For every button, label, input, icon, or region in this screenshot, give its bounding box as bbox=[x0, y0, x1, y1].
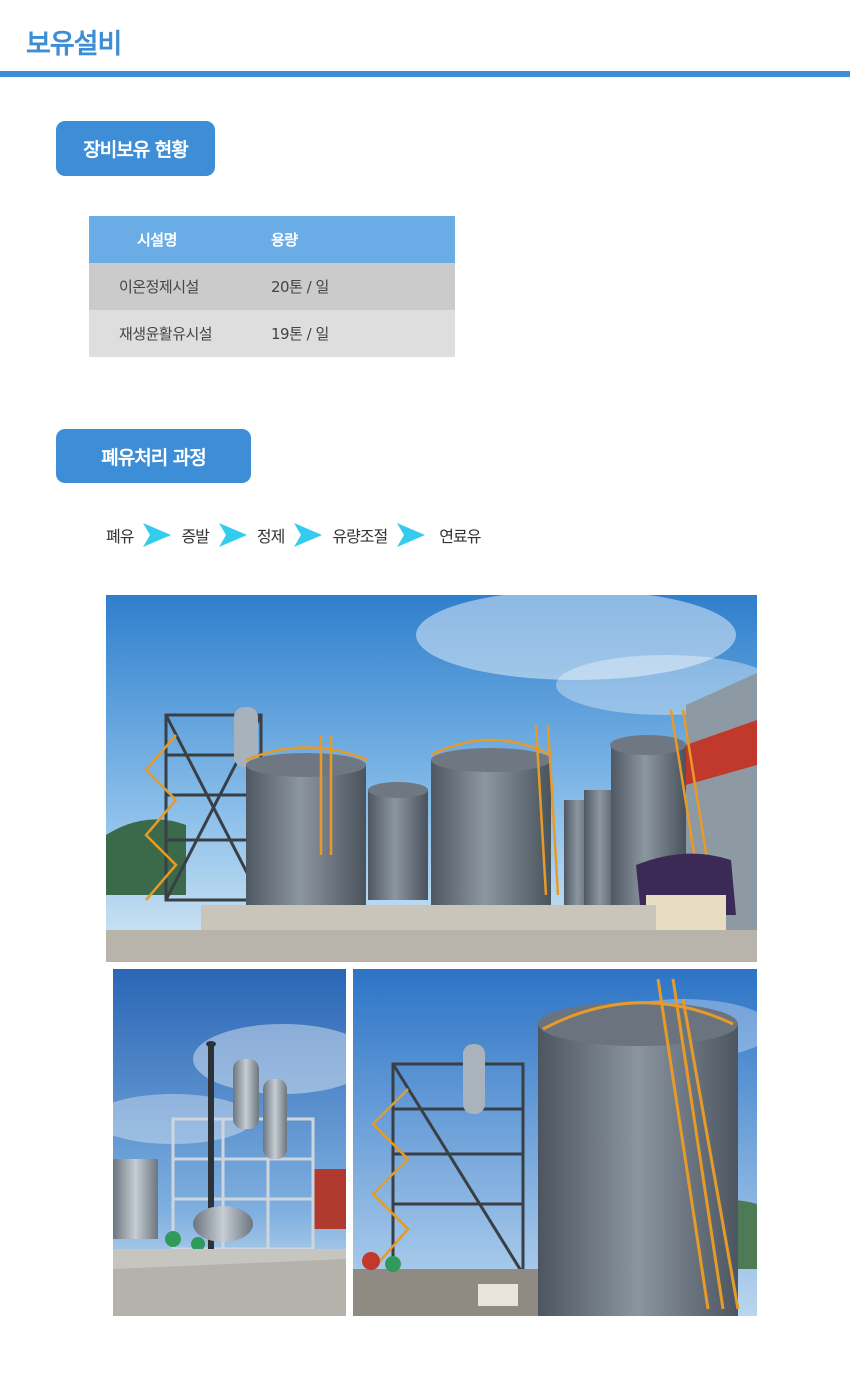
evaporation-tower-photo bbox=[113, 969, 346, 1316]
arrow-right-icon bbox=[218, 523, 247, 547]
page-title: 보유설비 bbox=[26, 29, 122, 60]
process-step-evaporation: 증발 bbox=[181, 527, 209, 546]
facility-name-cell: 이온정제시설 bbox=[89, 263, 271, 310]
column-header-facility: 시설명 bbox=[89, 216, 271, 263]
process-step-waste-oil: 폐유 bbox=[106, 527, 134, 546]
arrow-right-icon bbox=[294, 523, 323, 547]
capacity-cell: 20톤 / 일 bbox=[271, 263, 455, 310]
process-flow: 폐유 증발 정제 유량조절 연료유 bbox=[106, 521, 481, 549]
process-step-refining: 정제 bbox=[256, 527, 285, 546]
refinery-tanks-photo bbox=[106, 595, 757, 962]
process-step-fuel-oil: 연료유 bbox=[439, 527, 481, 546]
process-step-flow-control: 유량조절 bbox=[332, 527, 388, 546]
column-header-capacity: 용량 bbox=[271, 216, 455, 263]
capacity-cell: 19톤 / 일 bbox=[271, 310, 455, 357]
arrow-right-icon bbox=[397, 523, 426, 547]
title-underline bbox=[0, 71, 850, 77]
arrow-right-icon bbox=[143, 523, 172, 547]
table-header-row: 시설명 용량 bbox=[89, 216, 455, 263]
equipment-table: 시설명 용량 이온정제시설 20톤 / 일 재생윤활유시설 19톤 / 일 bbox=[89, 216, 455, 357]
table-row: 이온정제시설 20톤 / 일 bbox=[89, 263, 455, 310]
table-row: 재생윤활유시설 19톤 / 일 bbox=[89, 310, 455, 357]
equipment-section-badge: 장비보유 현황 bbox=[56, 121, 215, 176]
process-section-badge: 폐유처리 과정 bbox=[56, 429, 251, 483]
storage-tank-photo bbox=[353, 969, 757, 1316]
facility-name-cell: 재생윤활유시설 bbox=[89, 310, 271, 357]
